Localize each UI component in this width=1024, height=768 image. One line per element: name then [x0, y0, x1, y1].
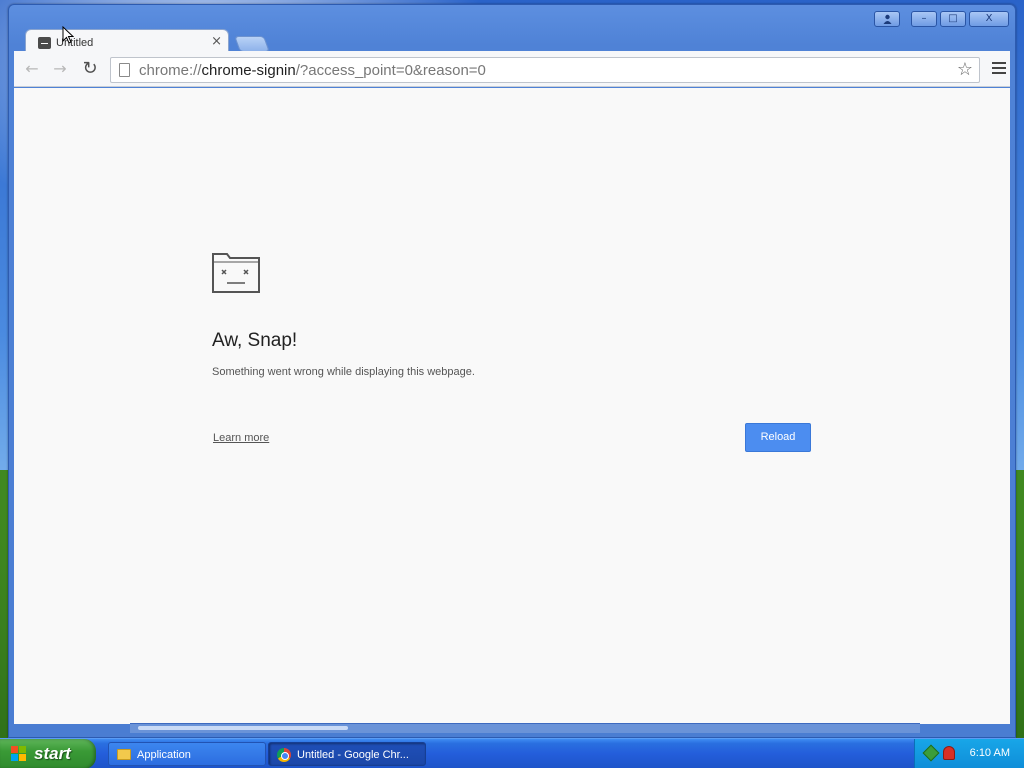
window-controls: – □ X [874, 11, 1009, 27]
horizontal-scrollbar[interactable] [130, 723, 920, 733]
url-scheme: chrome:// [139, 62, 202, 79]
page-content: Aw, Snap! Something went wrong while dis… [14, 88, 1010, 724]
security-shield-icon[interactable] [943, 746, 955, 760]
maximize-button[interactable]: □ [940, 11, 966, 27]
back-arrow-icon[interactable]: ← [22, 59, 42, 79]
bookmark-star-icon[interactable]: ☆ [957, 59, 973, 80]
close-window-button[interactable]: X [969, 11, 1009, 27]
taskbar: start Application Untitled - Google Chr.… [0, 738, 1024, 768]
folder-icon [117, 749, 131, 760]
tab-close-icon[interactable]: × [211, 34, 222, 49]
sad-tab-favicon-icon [38, 37, 51, 49]
mouse-cursor-icon [62, 26, 74, 44]
scrollbar-thumb[interactable] [138, 726, 348, 730]
minimize-button[interactable]: – [911, 11, 937, 27]
chrome-window: – □ X Untitled × ← → ↻ chrome://chrome-s… [8, 4, 1016, 738]
taskbar-item-chrome[interactable]: Untitled - Google Chr... [268, 742, 426, 766]
taskbar-item-application[interactable]: Application [108, 742, 266, 766]
reload-button[interactable]: Reload [745, 423, 811, 452]
windows-logo-icon [11, 746, 27, 762]
url-host: chrome-signin [201, 62, 296, 79]
chrome-menu-icon[interactable] [992, 62, 1006, 76]
address-bar[interactable]: chrome://chrome-signin/?access_point=0&r… [110, 57, 980, 83]
clock: 6:10 AM [969, 747, 1010, 759]
user-icon [883, 14, 891, 24]
system-tray: 6:10 AM [914, 739, 1024, 768]
network-tray-icon[interactable] [922, 744, 940, 762]
taskbar-item-label: Application [137, 749, 191, 761]
taskbar-item-label: Untitled - Google Chr... [297, 749, 409, 761]
sad-tab-icon [212, 253, 260, 293]
forward-arrow-icon[interactable]: → [50, 59, 70, 79]
page-icon [119, 63, 130, 77]
browser-toolbar: ← → ↻ chrome://chrome-signin/?access_poi… [14, 51, 1010, 87]
reload-icon[interactable]: ↻ [80, 59, 100, 79]
profile-button[interactable] [874, 11, 900, 27]
start-button[interactable]: start [0, 739, 96, 768]
learn-more-link[interactable]: Learn more [213, 432, 269, 444]
new-tab-button[interactable] [234, 36, 270, 52]
url-text: chrome://chrome-signin/?access_point=0&r… [139, 62, 486, 79]
start-label: start [34, 744, 71, 763]
error-heading: Aw, Snap! [212, 330, 298, 351]
chrome-icon [277, 748, 291, 762]
error-message: Something went wrong while displaying th… [212, 366, 475, 378]
url-path: /?access_point=0&reason=0 [295, 62, 486, 79]
